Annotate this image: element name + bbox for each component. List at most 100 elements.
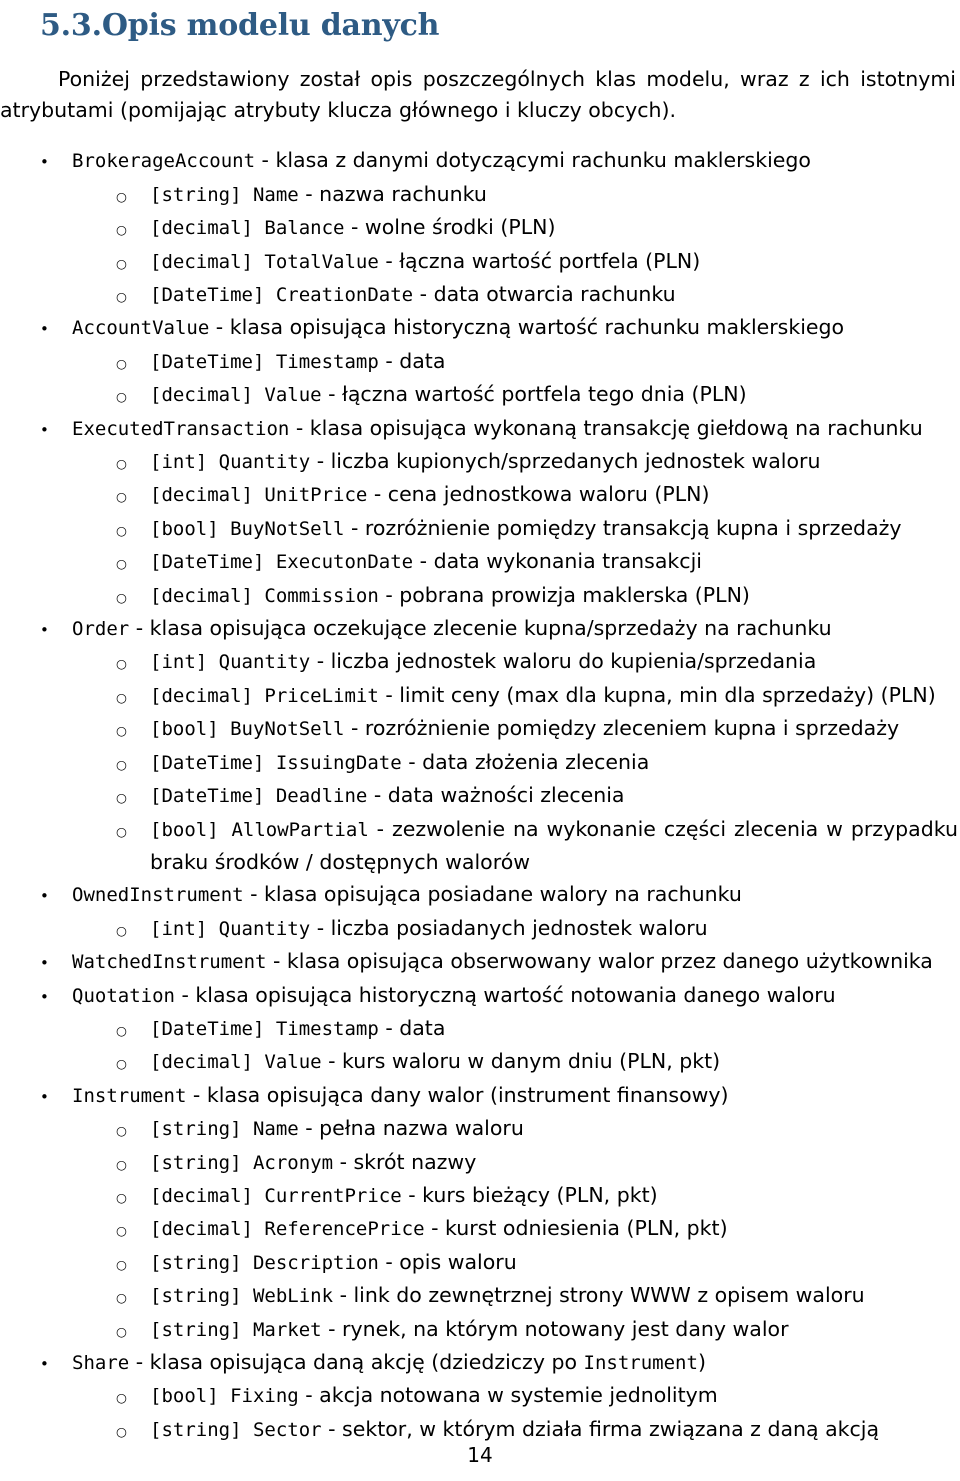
attribute-item: [decimal] UnitPrice - cena jednostkowa w…	[72, 478, 958, 511]
class-name: OwnedInstrument	[72, 884, 244, 907]
bullet-level2-icon	[116, 645, 130, 680]
attribute-gap	[219, 819, 232, 841]
bullet-level2-icon	[116, 779, 130, 814]
attribute-name: Sector	[252, 1418, 322, 1441]
attribute-name: Timestamp	[275, 350, 379, 373]
attribute-name: TotalValue	[264, 250, 379, 273]
class-name: Instrument	[72, 1084, 187, 1107]
attribute-separator: -	[424, 1216, 445, 1241]
attribute-name: BuyNotSell	[230, 517, 345, 540]
attribute-separator: -	[413, 282, 434, 307]
attribute-description: opis waloru	[399, 1249, 517, 1274]
attribute-separator: -	[333, 1283, 354, 1308]
attribute-list: [DateTime] Timestamp - data[decimal] Val…	[0, 1012, 958, 1079]
attribute-name: Fixing	[230, 1385, 299, 1408]
attribute-item: [decimal] Value - kurs waloru w danym dn…	[72, 1045, 958, 1078]
attribute-separator: -	[298, 1116, 320, 1141]
attribute-type: [decimal]	[150, 684, 253, 707]
bullet-level1-icon	[40, 1346, 54, 1380]
attribute-type: [DateTime]	[150, 284, 265, 307]
bullet-level2-icon	[116, 579, 130, 614]
class-name: ExecutedTransaction	[72, 417, 290, 440]
attribute-name: CurrentPrice	[264, 1184, 402, 1207]
class-item: OwnedInstrument - klasa opisująca posiad…	[0, 878, 958, 945]
attribute-name: Name	[252, 1118, 299, 1141]
class-heading-row: BrokerageAccount - klasa z danymi dotycz…	[72, 144, 958, 177]
attribute-type: [string]	[150, 1251, 242, 1274]
attribute-item: [decimal] PriceLimit - limit ceny (max d…	[72, 679, 958, 712]
class-name: AccountValue	[72, 317, 210, 340]
attribute-description: link do zewnętrznej strony WWW z opisem …	[353, 1283, 865, 1308]
attribute-name: Quantity	[218, 651, 311, 674]
attribute-separator: -	[321, 382, 343, 407]
attribute-separator: -	[321, 1049, 343, 1074]
attribute-gap	[264, 1018, 275, 1040]
attribute-separator: -	[378, 1249, 400, 1274]
attribute-name: Value	[264, 384, 322, 407]
attribute-description: kurst odniesienia (PLN, pkt)	[445, 1216, 728, 1241]
attribute-item: [bool] AllowPartial - zezwolenie na wyko…	[72, 813, 958, 879]
attribute-name: Name	[252, 183, 299, 206]
attribute-gap	[264, 551, 275, 573]
attribute-type: [string]	[150, 1118, 242, 1141]
class-item: AccountValue - klasa opisująca historycz…	[0, 311, 958, 411]
intro-paragraph: Poniżej przedstawiony został opis poszcz…	[0, 67, 956, 123]
attribute-item: [decimal] Value - łączna wartość portfel…	[72, 378, 958, 411]
bullet-level2-icon	[116, 1212, 130, 1247]
attribute-separator: -	[310, 915, 331, 940]
attribute-type: [bool]	[150, 1385, 219, 1408]
attribute-list: [int] Quantity - liczba kupionych/sprzed…	[0, 445, 958, 612]
attribute-name: ExecutonDate	[275, 551, 414, 574]
attribute-name: Acronym	[252, 1151, 334, 1174]
attribute-item: [string] Description - opis waloru	[72, 1246, 958, 1279]
attribute-name: Market	[252, 1318, 322, 1341]
attribute-description: kurs bieżący (PLN, pkt)	[422, 1182, 658, 1207]
bullet-level1-icon	[40, 412, 54, 446]
attribute-item: [string] Acronym - skrót nazwy	[72, 1146, 958, 1179]
attribute-separator: -	[310, 449, 331, 474]
class-separator: -	[266, 949, 287, 974]
attribute-gap	[207, 451, 218, 473]
attribute-gap	[264, 785, 275, 807]
class-description: klasa opisująca wykonaną transakcję gieł…	[309, 415, 923, 440]
bullet-level2-icon	[116, 679, 130, 714]
class-name: BrokerageAccount	[72, 150, 256, 173]
class-description: klasa z danymi dotyczącymi rachunku makl…	[275, 148, 811, 173]
attribute-type: [bool]	[150, 718, 219, 741]
attribute-type: [bool]	[150, 818, 219, 841]
attribute-description: kurs waloru w danym dniu (PLN, pkt)	[342, 1049, 721, 1074]
attribute-gap	[242, 1152, 253, 1174]
attribute-separator: -	[333, 1149, 354, 1174]
attribute-separator: -	[310, 649, 331, 674]
attribute-type: [DateTime]	[150, 785, 265, 808]
attribute-type: [DateTime]	[150, 350, 265, 373]
attribute-item: [decimal] Balance - wolne środki (PLN)	[72, 211, 958, 244]
attribute-item: [bool] Fixing - akcja notowana w systemi…	[72, 1379, 958, 1412]
attribute-gap	[242, 184, 253, 206]
class-heading-row: Share - klasa opisująca daną akcję (dzie…	[72, 1346, 958, 1379]
attribute-name: Quantity	[218, 451, 311, 474]
class-description: klasa opisująca dany walor (instrument f…	[206, 1082, 729, 1107]
bullet-level2-icon	[116, 1313, 130, 1348]
attribute-name: AllowPartial	[231, 818, 369, 841]
attribute-separator: -	[344, 515, 365, 540]
attribute-item: [decimal] ReferencePrice - kurst odniesi…	[72, 1212, 958, 1245]
bullet-level2-icon	[116, 1112, 130, 1147]
page-title: 5.3.Opis modelu danych	[0, 0, 958, 43]
class-item: Order - klasa opisująca oczekujące zlece…	[0, 612, 958, 878]
bullet-level1-icon	[40, 878, 54, 912]
bullet-level1-icon	[40, 311, 54, 345]
bullet-level2-icon	[116, 445, 130, 480]
attribute-gap	[253, 251, 264, 273]
attribute-separator: -	[344, 215, 365, 240]
attribute-description: łączna wartość portfela (PLN)	[399, 248, 701, 273]
attribute-gap	[207, 918, 218, 940]
bullet-level2-icon	[116, 1279, 130, 1314]
attribute-item: [string] Sector - sektor, w którym dział…	[72, 1413, 958, 1446]
class-item: Instrument - klasa opisująca dany walor …	[0, 1079, 958, 1346]
attribute-type: [decimal]	[150, 1051, 253, 1074]
attribute-gap	[253, 384, 264, 406]
attribute-item: [decimal] CurrentPrice - kurs bieżący (P…	[72, 1179, 958, 1212]
attribute-type: [decimal]	[150, 250, 253, 273]
